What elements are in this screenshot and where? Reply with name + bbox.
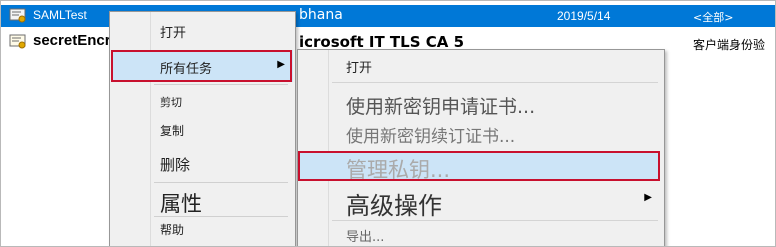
menu-item-delete[interactable]: 删除 [160, 154, 190, 175]
certificate-purpose: <全部> [693, 11, 734, 24]
context-menu: 打开 所有任务 ▶ 剪切 复制 删除 属性 帮助 [109, 11, 296, 246]
menu-item-copy[interactable]: 复制 [160, 122, 184, 139]
certificate-subject: secretEncry [33, 32, 119, 49]
submenu-item-open[interactable]: 打开 [346, 57, 372, 76]
menu-separator [332, 82, 658, 83]
all-tasks-submenu: 打开 使用新密钥申请证书... 使用新密钥续订证书... 管理私钥... 高级操… [297, 49, 665, 246]
submenu-arrow-icon: ▶ [644, 192, 652, 203]
menu-item-properties[interactable]: 属性 [160, 188, 202, 218]
menu-separator [154, 182, 288, 183]
submenu-item-advanced-operations[interactable]: 高级操作 [346, 186, 442, 221]
menu-separator [154, 84, 288, 85]
certificate-issuer: bhana [299, 7, 343, 23]
menu-item-open[interactable]: 打开 [160, 22, 186, 41]
submenu-item-renew-with-new-key[interactable]: 使用新密钥续订证书... [346, 122, 515, 147]
certificate-expiration: 2019/5/14 [557, 9, 611, 23]
submenu-item-request-with-new-key[interactable]: 使用新密钥申请证书... [346, 92, 535, 119]
menu-item-cut[interactable]: 剪切 [160, 94, 182, 110]
highlight-box-manage-private-keys [298, 151, 660, 181]
menu-item-help[interactable]: 帮助 [160, 221, 184, 238]
menu-gutter [150, 12, 151, 246]
highlight-box-all-tasks [111, 50, 292, 82]
certificate-icon [9, 8, 26, 23]
certificate-icon [9, 34, 26, 49]
certificate-purpose: 客户端身份验 [693, 38, 766, 52]
menu-separator [154, 216, 288, 217]
certificate-subject: SAMLTest [33, 8, 87, 22]
submenu-item-export[interactable]: 导出... [346, 226, 384, 245]
certificate-list-window: SAMLTest bhana 2019/5/14 <全部> secretEncr… [0, 0, 776, 247]
menu-gutter [328, 50, 329, 246]
menu-separator [332, 220, 658, 221]
